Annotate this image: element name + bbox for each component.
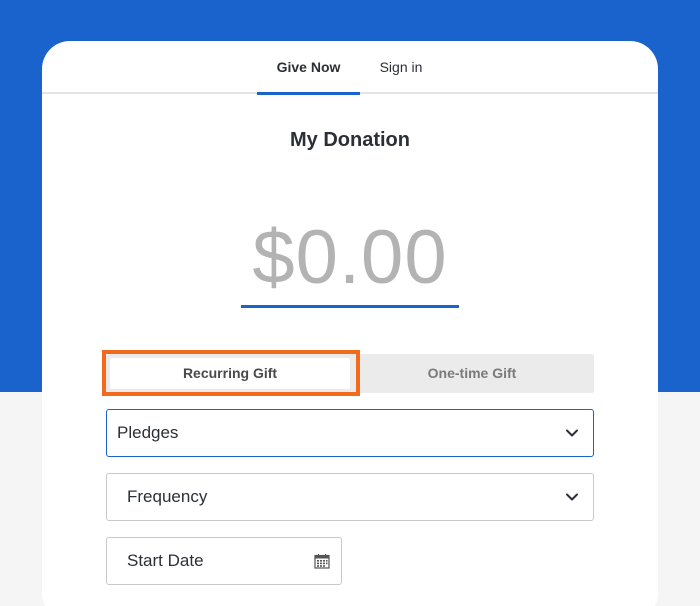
pledges-select[interactable]: Pledges — [106, 409, 594, 457]
chevron-down-icon — [566, 493, 578, 501]
tab-bar: Give Now Sign in — [42, 41, 658, 95]
amount-input[interactable]: $0.00 — [241, 213, 459, 308]
tab-sign-in[interactable]: Sign in — [372, 41, 430, 94]
selection-highlight — [102, 350, 360, 396]
one-time-gift-button[interactable]: One-time Gift — [350, 354, 594, 393]
tab-give-now[interactable]: Give Now — [257, 41, 360, 95]
frequency-select-label: Frequency — [127, 487, 208, 506]
donation-card: Give Now Sign in My Donation $0.00 Recur… — [42, 41, 658, 606]
frequency-select[interactable]: Frequency — [106, 473, 594, 521]
pledges-select-label: Pledges — [117, 423, 179, 442]
calendar-icon[interactable] — [314, 553, 330, 569]
chevron-down-icon — [566, 429, 578, 437]
page-title: My Donation — [290, 129, 410, 151]
start-date-field[interactable]: Start Date — [106, 537, 342, 585]
start-date-label: Start Date — [127, 551, 204, 570]
